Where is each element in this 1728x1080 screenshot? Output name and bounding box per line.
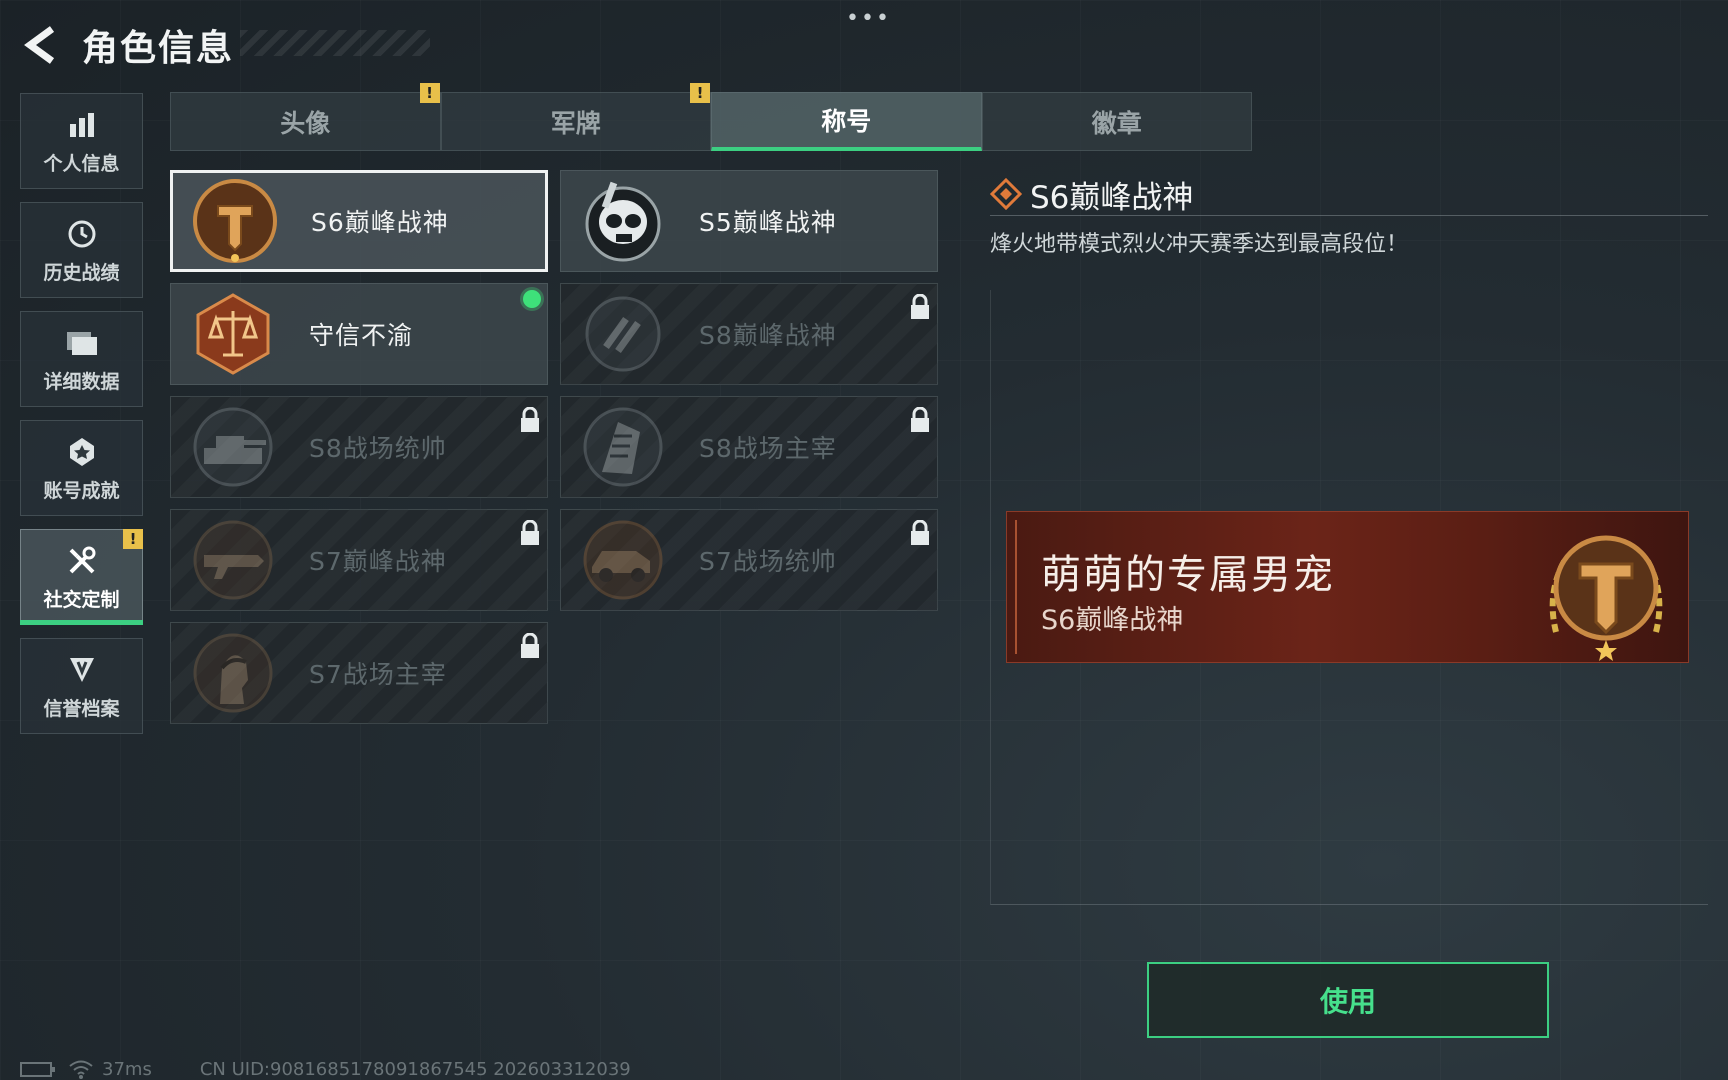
equipped-indicator [523,290,541,308]
title-name: S8战场主宰 [699,434,837,463]
tab-label: 徽章 [1091,108,1142,138]
title-name: S7战场统帅 [699,547,837,576]
peak-warlord-emblem-icon [1549,535,1663,661]
divider [990,215,1708,216]
gun-emblem-icon [187,514,279,606]
wifi-icon [69,1060,93,1079]
uid-text: CN UID:9081685178091867545 202603312039 [199,1058,631,1080]
tab-label: 军牌 [550,108,601,138]
sidebar-item-history[interactable]: 历史战绩 [20,202,143,298]
lock-icon [521,633,539,658]
title-name: S6巅峰战神 [311,208,449,237]
sidebar-item-details[interactable]: 详细数据 [20,311,143,407]
more-options-button[interactable]: ••• [846,6,891,31]
title-card[interactable]: S7战场统帅 [560,509,938,611]
slash-emblem-icon [577,288,669,380]
lock-icon [521,520,539,545]
vehicle-emblem-icon [577,514,669,606]
diamond-icon [990,178,1022,210]
preview-title: S6巅峰战神 [1041,605,1184,636]
soldier-portrait-emblem-icon [187,627,279,719]
bar-chart-icon [64,107,100,143]
notification-badge: ! [690,83,710,103]
building-emblem-icon [577,401,669,493]
notification-badge: ! [123,529,143,549]
title-name: 守信不渝 [309,321,414,350]
scales-emblem-icon [187,288,279,380]
detail-title: S6巅峰战神 [1030,180,1194,216]
title-card[interactable]: 守信不渝 [170,283,548,385]
title-card[interactable]: S6巅峰战神 [170,170,548,272]
sidebar-item-reputation[interactable]: 信誉档案 [20,638,143,734]
title-preview-banner: 萌萌的专属男宠 S6巅峰战神 [1006,511,1689,663]
tab-dog-tag[interactable]: 军牌 ! [440,83,711,151]
page-title: 角色信息 [82,28,235,69]
detail-description: 烽火地带模式烈火冲天赛季达到最高段位！ [990,232,1409,257]
ping-value: 37ms [102,1058,152,1080]
sidebar-item-label: 详细数据 [43,370,120,393]
shield-icon [64,652,100,688]
folder-icon [64,325,100,361]
sidebar-item-label: 社交定制 [43,588,120,611]
lock-icon [911,520,929,545]
back-arrow-icon [24,26,55,64]
title-card[interactable]: S7巅峰战神 [170,509,548,611]
lock-icon [521,407,539,432]
title-name: S7战场主宰 [309,660,447,689]
tools-icon [64,543,100,579]
notification-badge: ! [419,83,440,103]
sidebar-item-personal-info[interactable]: 个人信息 [20,93,143,189]
category-tabs: 头像 ! 军牌 ! 称号 徽章 [170,83,1252,151]
clock-icon [64,216,100,252]
title-card[interactable]: S8战场主宰 [560,396,938,498]
back-button[interactable] [20,24,62,66]
preview-player-name: 萌萌的专属男宠 [1041,552,1335,598]
battery-icon [20,1062,55,1077]
title-card[interactable]: S8巅峰战神 [560,283,938,385]
tab-label: 头像 [280,108,331,138]
title-name: S7巅峰战神 [309,547,447,576]
title-card[interactable]: S5巅峰战神 [560,170,938,272]
peak-warlord-emblem-icon [189,175,281,267]
header: 角色信息 [20,20,430,70]
skull-helmet-emblem-icon [577,175,669,267]
title-card[interactable]: S7战场主宰 [170,622,548,724]
tank-emblem-icon [187,401,279,493]
achievement-icon [64,434,100,470]
title-decoration [240,30,430,56]
tab-title[interactable]: 称号 [711,92,982,151]
lock-icon [911,294,929,319]
tab-badge[interactable]: 徽章 [981,92,1252,151]
sidebar-item-label: 个人信息 [43,152,120,175]
use-button[interactable]: 使用 [1147,962,1549,1038]
title-name: S8战场统帅 [309,434,447,463]
tab-avatar[interactable]: 头像 ! [170,83,441,151]
sidebar-item-label: 历史战绩 [43,261,120,284]
sidebar-item-label: 信誉档案 [43,697,120,720]
sidebar: 个人信息 历史战绩 详细数据 账号成就 社交定制 ! 信誉档案 [20,93,143,747]
title-card[interactable]: S8战场统帅 [170,396,548,498]
sidebar-item-social-custom[interactable]: 社交定制 ! [20,529,143,625]
title-name: S8巅峰战神 [699,321,837,350]
title-name: S5巅峰战神 [699,208,837,237]
sidebar-item-achievements[interactable]: 账号成就 [20,420,143,516]
tab-label: 称号 [821,107,872,136]
status-footer: 37ms CN UID:9081685178091867545 20260331… [20,1058,631,1080]
sidebar-item-label: 账号成就 [43,479,120,502]
lock-icon [911,407,929,432]
